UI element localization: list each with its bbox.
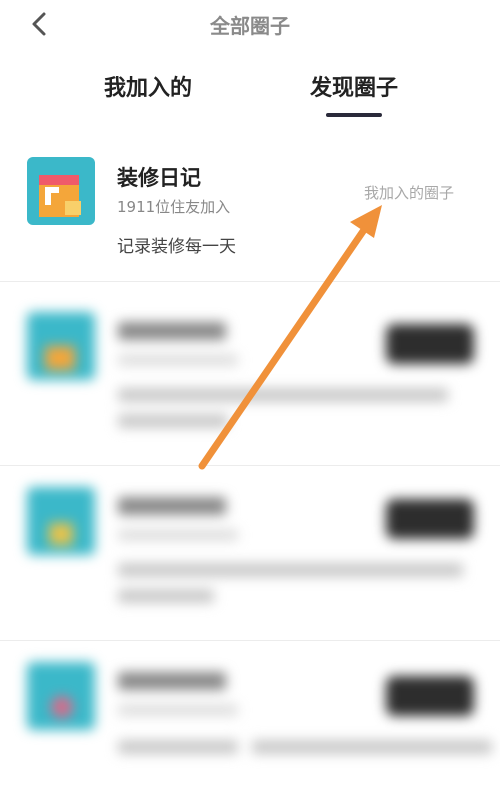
circle-card-blurred[interactable] — [0, 650, 500, 788]
divider — [0, 640, 500, 641]
active-tab-indicator — [326, 113, 382, 117]
circle-avatar — [27, 312, 95, 380]
blurred-description-line — [118, 740, 238, 754]
tab-bar: 我加入的 发现圈子 — [0, 62, 500, 122]
circle-card-renovation-diary[interactable]: 装修日记 1911位住友加入 记录装修每一天 我加入的圈子 — [0, 150, 500, 280]
divider — [0, 465, 500, 466]
circle-card-blurred[interactable] — [0, 300, 500, 460]
circle-name: 装修日记 — [117, 166, 201, 190]
page-title: 全部圈子 — [210, 14, 290, 38]
circle-avatar — [27, 487, 95, 555]
join-button[interactable] — [386, 676, 474, 716]
join-button[interactable] — [386, 324, 474, 364]
blurred-circle-name — [118, 672, 226, 690]
circle-avatar — [27, 662, 95, 730]
blurred-member-count — [118, 529, 238, 541]
circle-avatar — [27, 157, 95, 225]
renovation-logo-icon — [27, 157, 95, 225]
blurred-circle-name — [118, 497, 226, 515]
blurred-description-line — [118, 414, 228, 428]
blurred-description-line — [118, 563, 463, 577]
blurred-circle-name — [118, 322, 226, 340]
blurred-description-line — [118, 388, 448, 402]
blurred-description-line — [118, 589, 214, 603]
nav-bar: 全部圈子 — [0, 0, 500, 48]
divider — [0, 281, 500, 282]
blurred-member-count — [118, 354, 238, 366]
joined-status-label: 我加入的圈子 — [363, 184, 454, 202]
tab-joined[interactable]: 我加入的 — [104, 70, 192, 102]
blurred-description-line — [252, 740, 492, 754]
join-button[interactable] — [386, 499, 474, 539]
blurred-member-count — [118, 704, 238, 716]
circle-member-count: 1911位住友加入 — [117, 198, 231, 216]
tab-discover[interactable]: 发现圈子 — [310, 70, 398, 102]
circle-description: 记录装修每一天 — [117, 237, 236, 257]
circle-card-blurred[interactable] — [0, 475, 500, 635]
